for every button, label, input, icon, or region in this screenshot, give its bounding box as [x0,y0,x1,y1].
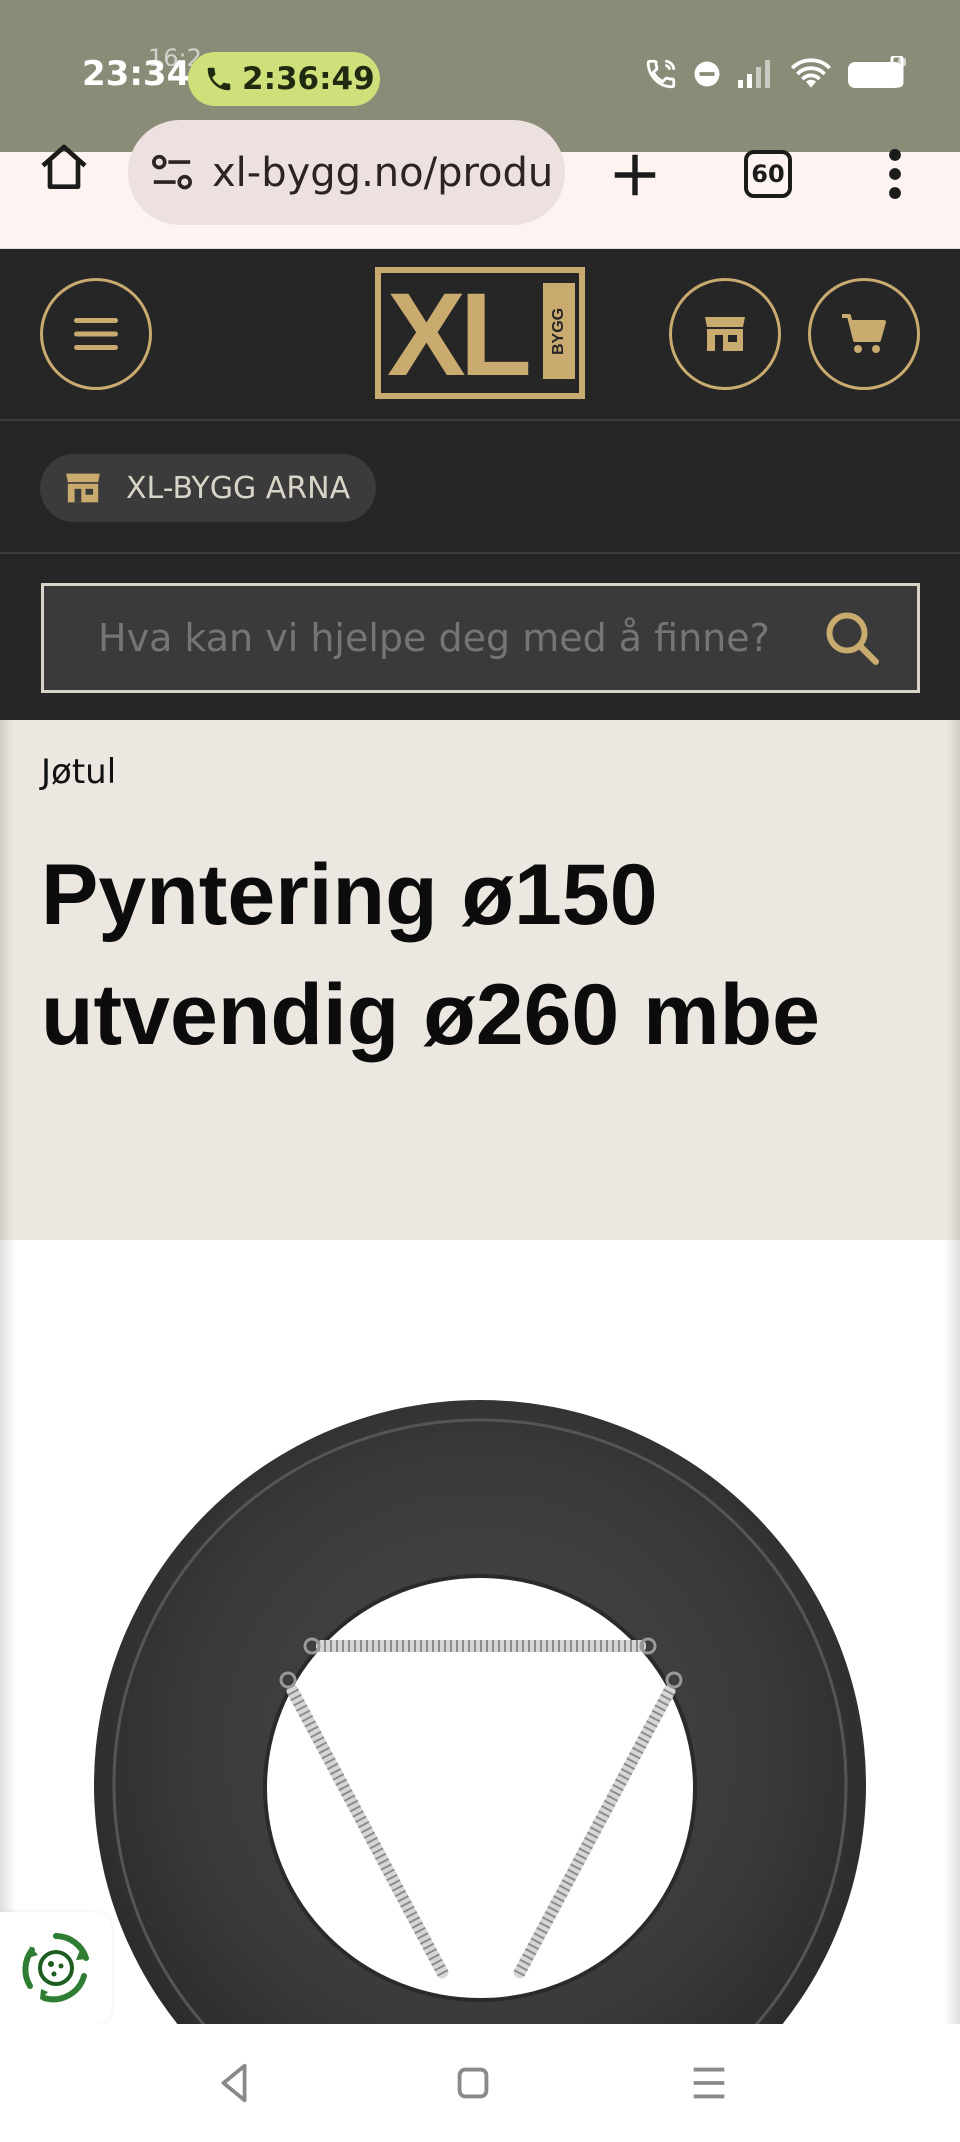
xl-bygg-logo[interactable]: XL BYGG [375,267,585,399]
tab-switcher-button[interactable]: 60 [744,150,792,198]
search-icon[interactable] [822,608,882,668]
status-time: 23:34 [82,54,191,94]
cart-button[interactable] [808,278,920,390]
battery-icon [848,56,906,88]
cookie-settings-button[interactable] [0,1912,112,2024]
menu-button[interactable] [40,278,152,390]
selected-store-chip[interactable]: XL-BYGG ARNA [40,454,377,522]
signal-icon [738,60,770,88]
status-icons [644,44,910,104]
address-bar[interactable]: xl-bygg.no/produ [128,120,565,225]
cart-icon [842,314,886,353]
wifi-icon [790,58,832,88]
store-icon [66,473,100,503]
more-options-icon[interactable] [880,148,910,200]
new-tab-icon[interactable] [608,148,662,202]
home-icon[interactable] [36,140,92,196]
store-button[interactable] [669,278,781,390]
store-name: XL-BYGG ARNA [126,470,351,506]
product-title: Pyntering ø150 utvendig ø260 mbe [41,847,820,1063]
call-duration: 2:36:49 [242,61,375,97]
url-text[interactable]: xl-bygg.no/produ [212,150,553,196]
do-not-disturb-icon [694,61,720,87]
search-box[interactable] [41,583,920,693]
logo-subtext: BYGG [543,283,575,379]
back-icon[interactable] [210,2060,260,2106]
logo-text: XL [387,273,532,393]
cookie-settings-icon [22,1933,89,2003]
site-settings-icon[interactable] [150,153,194,193]
product-brand[interactable]: Jøtul [41,752,116,792]
search-input[interactable] [98,616,818,660]
phone-icon [207,67,231,91]
home-nav-icon[interactable] [448,2060,498,2106]
product-image-area[interactable] [0,1240,960,2024]
wifi-calling-icon [646,59,676,89]
product-image [94,1400,866,2024]
recents-icon[interactable] [684,2060,734,2106]
hamburger-icon [74,318,118,350]
ongoing-call-pill[interactable]: 2:36:49 [188,52,380,106]
store-icon [705,317,745,351]
